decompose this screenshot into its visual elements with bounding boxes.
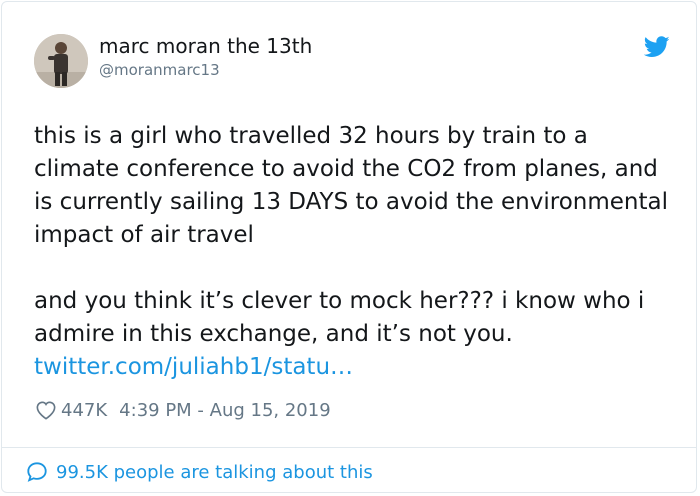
tweet-link[interactable]: twitter.com/juliahb1/statu… — [34, 354, 353, 380]
tweet-body: this is a girl who travelled 32 hours by… — [34, 120, 674, 384]
tweet-paragraph-2: and you think it’s clever to mock her???… — [34, 288, 645, 347]
author-handle[interactable]: @moranmarc13 — [99, 60, 220, 80]
tweet-paragraph-1: this is a girl who travelled 32 hours by… — [34, 123, 668, 248]
tweet-meta: 447K 4:39 PM - Aug 15, 2019 — [35, 398, 331, 422]
tweet-timestamp[interactable]: 4:39 PM - Aug 15, 2019 — [119, 400, 331, 421]
conversation-footer[interactable]: 99.5K people are talking about this — [26, 459, 373, 485]
tweet-card: marc moran the 13th @moranmarc13 this is… — [1, 1, 697, 493]
footer-divider — [2, 447, 696, 448]
speech-bubble-icon — [27, 462, 47, 482]
avatar-image — [34, 34, 88, 88]
avatar[interactable] — [34, 34, 88, 88]
twitter-bird-icon[interactable] — [644, 36, 670, 58]
like-count[interactable]: 447K — [61, 400, 107, 421]
heart-icon[interactable] — [35, 400, 57, 420]
author-display-name[interactable]: marc moran the 13th — [99, 34, 312, 58]
talking-count-text[interactable]: 99.5K people are talking about this — [56, 462, 373, 483]
